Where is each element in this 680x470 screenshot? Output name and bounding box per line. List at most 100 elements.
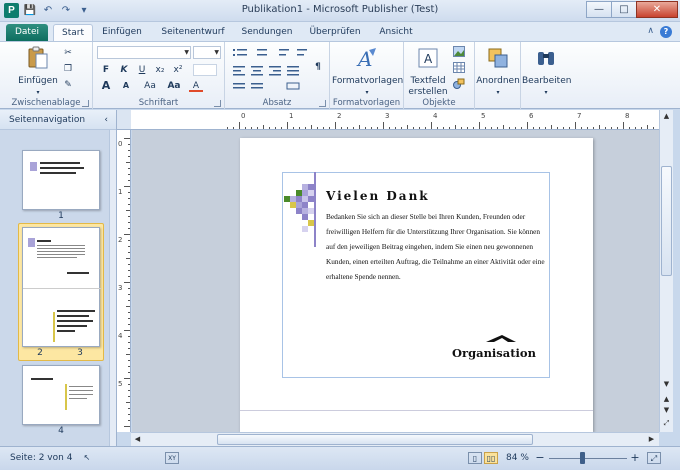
ruler-tick <box>128 264 130 265</box>
minimize-button[interactable]: — <box>586 1 612 18</box>
title-bar: P 💾 ↶ ↷ ▾ Publikation1 - Microsoft Publi… <box>0 0 680 22</box>
change-case-button[interactable]: Aa <box>165 80 183 92</box>
shrink-font-button[interactable]: A <box>119 80 133 92</box>
thumb-line <box>57 320 93 322</box>
ruler-tick <box>479 122 480 129</box>
organization-name[interactable]: Organisation <box>452 346 536 360</box>
collapse-nav-icon[interactable]: ‹ <box>104 110 108 130</box>
font-size-dropdown-icon: ▼ <box>214 49 219 56</box>
scroll-left-icon[interactable]: ◀ <box>131 433 144 446</box>
group-edit: Bearbeiten ▾ <box>521 42 571 109</box>
zoom-slider[interactable] <box>549 458 627 459</box>
zoom-in-icon[interactable]: + <box>628 452 642 464</box>
scroll-right-icon[interactable]: ▶ <box>645 433 658 446</box>
horizontal-scroll-thumb[interactable] <box>217 434 533 445</box>
paste-button[interactable]: Einfügen ▾ <box>18 46 58 98</box>
clipboard-launcher-icon[interactable] <box>82 100 89 107</box>
fit-window-icon[interactable]: ⤢ <box>647 452 661 464</box>
vertical-scroll-thumb[interactable] <box>661 166 672 276</box>
single-page-view-icon[interactable]: ▯ <box>468 452 482 464</box>
ruler-label: 3 <box>118 284 123 292</box>
ruler-tick <box>128 270 130 271</box>
arrange-dropdown-icon: ▾ <box>496 89 500 96</box>
table-icon[interactable] <box>452 62 466 74</box>
horizontal-ruler[interactable]: 0 1 2 3 4 5 6 7 8 <box>131 110 659 130</box>
page-navigation-title: Seitennavigation <box>9 115 86 125</box>
ruler-label: 2 <box>118 236 123 244</box>
close-button[interactable]: ✕ <box>636 1 678 18</box>
italic-button[interactable]: K <box>117 64 131 76</box>
ruler-tick <box>128 276 130 277</box>
ruler-tick <box>128 168 130 169</box>
clear-format-button[interactable]: Aa <box>141 80 159 92</box>
paragraph-launcher-icon[interactable] <box>319 100 326 107</box>
page-thumbnail-2-3[interactable] <box>22 227 101 347</box>
superscript-button[interactable]: x² <box>171 64 185 76</box>
tab-datei[interactable]: Datei <box>6 24 48 41</box>
horizontal-scrollbar[interactable]: ◀ ▶ <box>131 432 659 446</box>
ruler-tick <box>128 360 130 361</box>
format-painter-icon[interactable]: ✎ <box>61 79 75 91</box>
nav-scrollbar[interactable] <box>109 130 116 446</box>
ruler-label: 7 <box>577 112 582 120</box>
thumb-fold <box>23 288 101 289</box>
zoom-out-icon[interactable]: − <box>533 452 547 464</box>
document-canvas[interactable]: Vielen Dank Bedanken Sie sich an dieser … <box>132 130 659 432</box>
group-label-styles: Formatvorlagen <box>332 98 401 108</box>
help-icon[interactable]: ? <box>660 26 672 38</box>
tab-row-icons: ∧ ? <box>647 26 672 38</box>
organization-logo-mark[interactable] <box>486 334 516 342</box>
document-body-text[interactable]: Bedanken Sie sich an dieser Stelle bei I… <box>326 209 546 284</box>
minimize-ribbon-icon[interactable]: ∧ <box>647 26 654 38</box>
edit-button[interactable]: Bearbeiten ▾ <box>522 46 571 98</box>
two-page-view-icon[interactable]: ▯▯ <box>484 452 498 464</box>
scroll-down-icon[interactable]: ▼ <box>660 378 673 391</box>
ruler-label: 4 <box>433 112 438 120</box>
arrange-button[interactable]: Anordnen ▾ <box>476 46 520 98</box>
layout-icon[interactable]: XY <box>165 452 179 464</box>
page-thumbnail-1[interactable] <box>22 150 100 210</box>
tab-seitenentwurf[interactable]: Seitenentwurf <box>157 24 229 41</box>
tab-sendungen[interactable]: Sendungen <box>238 24 296 41</box>
ruler-tick <box>128 408 130 409</box>
zoom-level[interactable]: 84 % <box>506 453 529 463</box>
font-launcher-icon[interactable] <box>214 100 221 107</box>
subscript-button[interactable]: x₂ <box>153 64 167 76</box>
pilcrow-button[interactable]: ¶ <box>311 61 325 73</box>
thumb-yellow-bar <box>53 312 55 342</box>
vertical-ruler[interactable]: 0 1 2 3 4 5 <box>117 130 131 432</box>
bold-button[interactable]: F <box>99 64 113 76</box>
fit-page-icon[interactable]: ⤢ <box>660 417 673 430</box>
zoom-slider-thumb[interactable] <box>579 452 585 464</box>
scroll-up-icon[interactable]: ▲ <box>660 110 673 123</box>
ruler-tick <box>128 396 130 397</box>
picture-icon[interactable] <box>452 46 466 58</box>
tab-ansicht[interactable]: Ansicht <box>373 24 419 41</box>
text-effects-box[interactable] <box>193 64 217 76</box>
styles-button[interactable]: A Formatvorlagen ▾ <box>332 46 403 98</box>
font-color-button[interactable]: A <box>189 80 203 92</box>
cut-icon[interactable]: ✂ <box>61 47 75 59</box>
page-thumbnail-4[interactable] <box>22 365 100 425</box>
ruler-label: 0 <box>241 112 246 120</box>
page-status[interactable]: Seite: 2 von 4 <box>10 453 72 463</box>
shapes-icon[interactable] <box>452 78 466 90</box>
document-heading[interactable]: Vielen Dank <box>326 189 430 203</box>
ruler-tick <box>623 122 624 129</box>
ruler-tick <box>128 246 130 247</box>
tab-ueberpruefen[interactable]: Überprüfen <box>306 24 364 41</box>
maximize-button[interactable]: □ <box>611 1 637 18</box>
next-page-icon[interactable]: ▼ <box>660 404 673 417</box>
tab-start[interactable]: Start <box>53 24 93 41</box>
copy-icon[interactable]: ❐ <box>61 63 75 75</box>
font-name-combo[interactable]: ▼ <box>97 46 191 59</box>
vertical-scrollbar[interactable]: ▲ ▼ ▲ ▼ ⤢ <box>659 110 673 432</box>
underline-button[interactable]: U <box>135 64 149 76</box>
tab-einfuegen[interactable]: Einfügen <box>98 24 146 41</box>
thumb-line <box>37 245 85 246</box>
font-size-combo[interactable]: ▼ <box>193 46 221 59</box>
grow-font-button[interactable]: A <box>99 80 113 92</box>
document-page[interactable]: Vielen Dank Bedanken Sie sich an dieser … <box>240 138 593 432</box>
window-title: Publikation1 - Microsoft Publisher (Test… <box>241 4 439 15</box>
draw-textbox-button[interactable]: A Textfeld erstellen <box>406 46 450 98</box>
